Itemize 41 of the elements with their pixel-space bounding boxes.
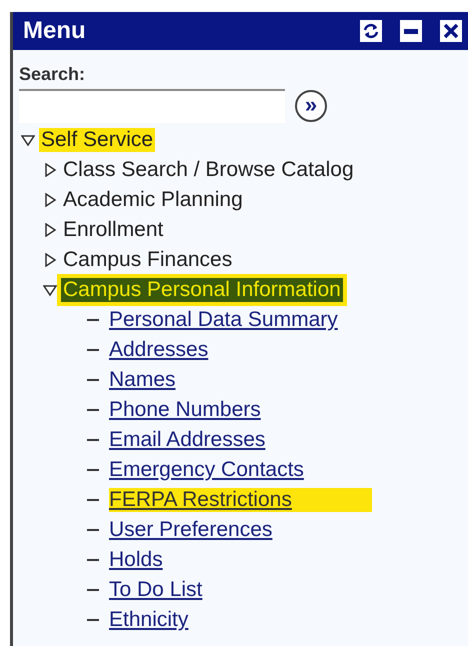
- collapsed-triangle-icon[interactable]: [43, 223, 57, 237]
- menu-link[interactable]: Holds: [109, 548, 163, 572]
- menu-link[interactable]: Ethnicity: [109, 608, 188, 632]
- menu-link[interactable]: Addresses: [109, 338, 208, 362]
- collapsed-triangle-icon[interactable]: [43, 193, 57, 207]
- menu-link[interactable]: FERPA Restrictions: [109, 488, 372, 512]
- menu-folder[interactable]: Campus Finances: [61, 248, 234, 272]
- dash-icon: [87, 379, 99, 381]
- dash-icon: [87, 559, 99, 561]
- menu-link[interactable]: Phone Numbers: [109, 398, 261, 422]
- close-icon[interactable]: [440, 20, 462, 42]
- menu-link[interactable]: Emergency Contacts: [109, 458, 304, 482]
- dash-icon: [87, 619, 99, 621]
- search-field[interactable]: [19, 89, 285, 123]
- dash-icon: [87, 409, 99, 411]
- expanded-triangle-icon[interactable]: [21, 133, 35, 147]
- menu-link[interactable]: To Do List: [109, 578, 202, 602]
- dash-icon: [87, 349, 99, 351]
- menu-folder[interactable]: Academic Planning: [61, 188, 245, 212]
- menu-link[interactable]: Email Addresses: [109, 428, 266, 452]
- menu-link[interactable]: Personal Data Summary: [109, 308, 338, 332]
- menu-folder[interactable]: Class Search / Browse Catalog: [61, 158, 356, 182]
- menu-folder[interactable]: Self Service: [39, 128, 156, 152]
- go-button[interactable]: »: [295, 90, 327, 122]
- dash-icon: [87, 589, 99, 591]
- expanded-triangle-icon[interactable]: [43, 283, 57, 297]
- dash-icon: [87, 499, 99, 501]
- menu-link[interactable]: User Preferences: [109, 518, 272, 542]
- window-title: Menu: [23, 17, 86, 45]
- menu-link[interactable]: Names: [109, 368, 176, 392]
- collapsed-triangle-icon[interactable]: [43, 253, 57, 267]
- menu-folder[interactable]: Enrollment: [61, 218, 166, 242]
- dash-icon: [87, 529, 99, 531]
- dash-icon: [87, 469, 99, 471]
- search-label: Search:: [19, 64, 86, 85]
- minimize-icon[interactable]: [400, 20, 422, 42]
- menu-folder[interactable]: Campus Personal Information: [61, 278, 343, 302]
- dash-icon: [87, 439, 99, 441]
- collapsed-triangle-icon[interactable]: [43, 163, 57, 177]
- dash-icon: [87, 319, 99, 321]
- refresh-icon[interactable]: [360, 20, 382, 42]
